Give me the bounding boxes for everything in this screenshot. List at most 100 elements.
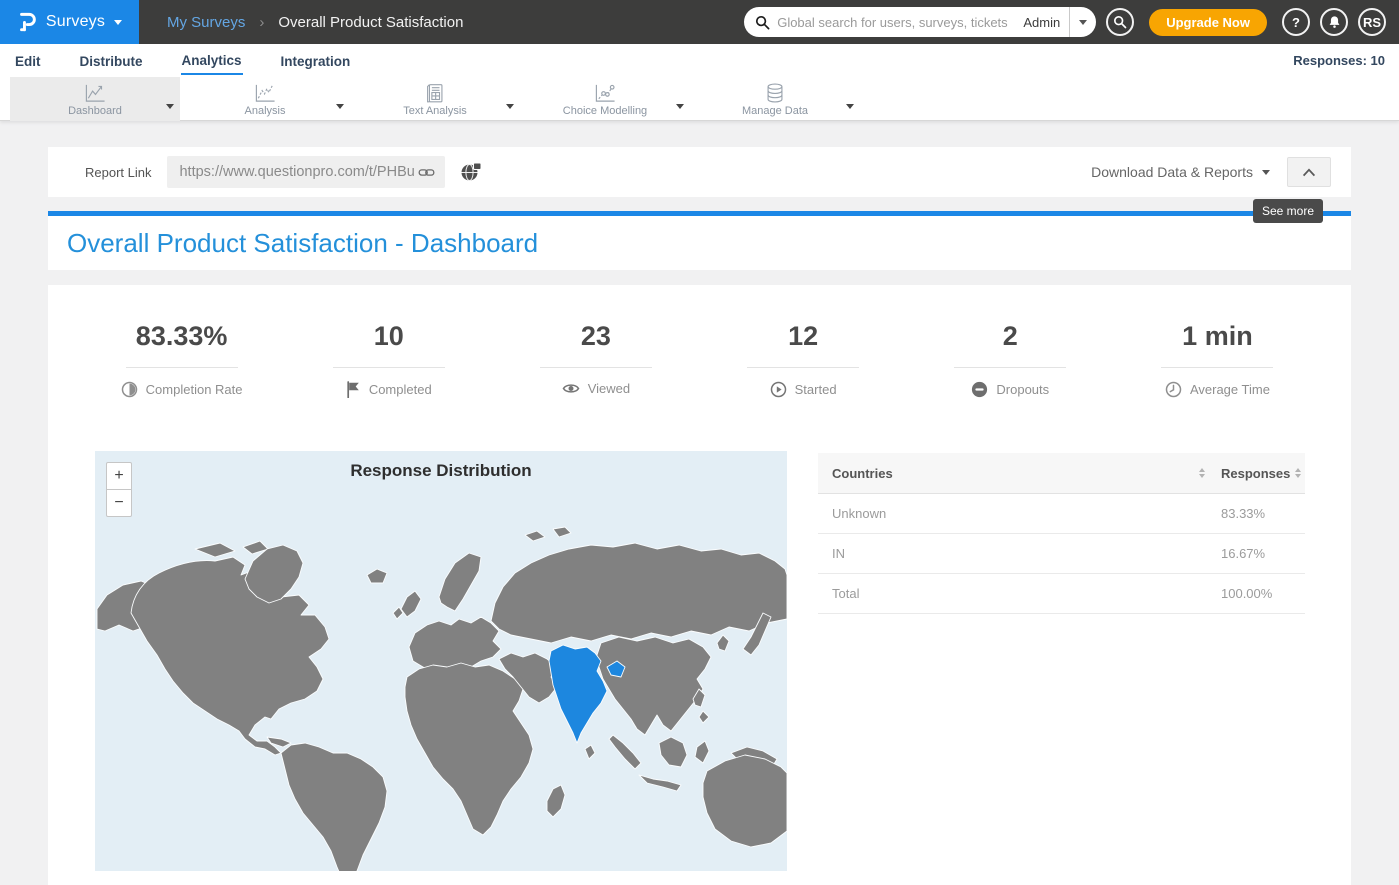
header-actions: Admin Upgrade Now ? RS	[744, 7, 1399, 37]
map-zoom-controls: + −	[106, 462, 132, 517]
help-button[interactable]: ?	[1282, 8, 1310, 36]
toolbar-item-label: Text Analysis	[403, 105, 467, 117]
advanced-search-button[interactable]	[1106, 8, 1134, 36]
see-more-toggle-button[interactable]	[1287, 157, 1331, 187]
country-india[interactable]	[549, 645, 607, 743]
countries-table-header: Countries Responses	[818, 453, 1305, 494]
report-link-field[interactable]: https://www.questionpro.com/t/PHBu	[167, 156, 445, 188]
stat-label: Dropouts	[996, 382, 1049, 397]
stat-started: 12 Started	[700, 321, 907, 403]
tab-integration[interactable]: Integration	[280, 47, 352, 74]
analytics-toolbar: Dashboard Analysis Text Analysis	[0, 77, 1399, 121]
map-landmass	[401, 591, 421, 617]
link-icon[interactable]	[417, 165, 436, 180]
search-scope-dropdown[interactable]	[1069, 7, 1096, 37]
map-landmass	[699, 711, 709, 723]
countries-table: Countries Responses Unknown 83.33% IN 16…	[818, 453, 1305, 614]
column-header-countries[interactable]: Countries	[818, 466, 1221, 481]
dashboard-title-card: Overall Product Satisfaction - Dashboard	[48, 211, 1351, 270]
stat-label: Viewed	[588, 381, 630, 396]
toolbar-item-analysis[interactable]: Analysis	[180, 77, 350, 121]
country-name: Unknown	[818, 506, 1221, 521]
toolbar-item-label: Analysis	[245, 105, 286, 117]
completion-rate-icon	[121, 381, 138, 398]
chevron-down-icon	[1079, 20, 1087, 25]
avatar[interactable]: RS	[1358, 8, 1386, 36]
map-landmass	[609, 735, 641, 769]
download-data-reports-dropdown[interactable]: Download Data & Reports	[1091, 164, 1278, 180]
stat-value: 2	[907, 321, 1114, 352]
chevron-down-icon	[1262, 170, 1270, 175]
survey-stats-row: 83.33% Completion Rate 10 Completed	[48, 285, 1351, 403]
column-header-responses[interactable]: Responses	[1221, 466, 1305, 481]
search-icon	[755, 15, 770, 30]
map-zoom-in-button[interactable]: +	[106, 462, 132, 490]
bell-icon	[1327, 14, 1342, 30]
map-landmass	[439, 553, 481, 611]
stat-label: Started	[795, 382, 837, 397]
table-row: Unknown 83.33%	[818, 494, 1305, 534]
map-landmass	[547, 785, 565, 817]
map-landmass	[195, 543, 235, 557]
product-switcher[interactable]: Surveys	[0, 0, 139, 44]
divider	[540, 367, 652, 368]
table-row: Total 100.00%	[818, 574, 1305, 614]
notifications-button[interactable]	[1320, 8, 1348, 36]
stat-value: 23	[492, 321, 699, 352]
map-landmass	[695, 741, 709, 763]
breadcrumb: My Surveys › Overall Product Satisfactio…	[167, 14, 463, 31]
stat-value: 12	[700, 321, 907, 352]
world-map[interactable]	[95, 491, 787, 871]
toolbar-item-manage-data[interactable]: Manage Data	[690, 77, 860, 121]
flag-icon	[346, 381, 361, 398]
minus-circle-icon	[971, 381, 988, 398]
chevron-down-icon[interactable]	[846, 96, 854, 114]
top-header-bar: Surveys My Surveys › Overall Product Sat…	[0, 0, 1399, 44]
toolbar-item-text-analysis[interactable]: Text Analysis	[350, 77, 520, 121]
country-responses: 100.00%	[1221, 586, 1305, 601]
toolbar-item-label: Choice Modelling	[563, 105, 647, 117]
stat-label: Average Time	[1190, 382, 1270, 397]
map-landmass	[659, 737, 687, 767]
toolbar-item-label: Manage Data	[742, 105, 808, 117]
download-data-reports-label: Download Data & Reports	[1091, 164, 1253, 180]
breadcrumb-separator: ›	[259, 14, 264, 31]
country-name: IN	[818, 546, 1221, 561]
upgrade-now-button[interactable]: Upgrade Now	[1149, 9, 1267, 36]
chevron-down-icon[interactable]	[166, 96, 174, 114]
scatter-chart-icon	[592, 81, 618, 104]
globe-lock-icon[interactable]	[460, 162, 482, 182]
dashboard-main-card: 83.33% Completion Rate 10 Completed	[48, 285, 1351, 885]
chevron-down-icon[interactable]	[676, 96, 684, 114]
global-search[interactable]: Admin	[744, 7, 1096, 37]
clock-icon	[1165, 381, 1182, 398]
tab-distribute[interactable]: Distribute	[79, 47, 144, 74]
stat-label: Completion Rate	[146, 382, 243, 397]
toolbar-item-dashboard[interactable]: Dashboard	[10, 77, 180, 121]
divider	[954, 367, 1066, 368]
divider	[1161, 367, 1273, 368]
tab-analytics[interactable]: Analytics	[181, 46, 243, 75]
column-label: Countries	[832, 466, 893, 481]
search-scope-label: Admin	[1023, 15, 1069, 30]
search-icon	[1113, 15, 1127, 29]
report-bar-actions: Download Data & Reports	[1091, 157, 1331, 187]
tab-edit[interactable]: Edit	[14, 47, 42, 74]
stat-value: 1 min	[1114, 321, 1321, 352]
map-zoom-out-button[interactable]: −	[106, 489, 132, 517]
map-landmass	[585, 745, 595, 759]
report-link-bar: Report Link https://www.questionpro.com/…	[48, 147, 1351, 197]
stat-value: 10	[285, 321, 492, 352]
map-landmass-australia	[703, 755, 787, 847]
chevron-up-icon	[1300, 167, 1318, 178]
map-landmass-africa	[405, 663, 533, 835]
stat-completed: 10 Completed	[285, 321, 492, 403]
chevron-down-icon[interactable]	[336, 96, 344, 114]
map-landmass	[525, 531, 545, 541]
chevron-down-icon[interactable]	[506, 96, 514, 114]
divider	[747, 367, 859, 368]
toolbar-item-choice-modelling[interactable]: Choice Modelling	[520, 77, 690, 121]
global-search-input[interactable]	[777, 15, 1023, 30]
breadcrumb-my-surveys[interactable]: My Surveys	[167, 14, 245, 31]
stat-label: Completed	[369, 382, 432, 397]
